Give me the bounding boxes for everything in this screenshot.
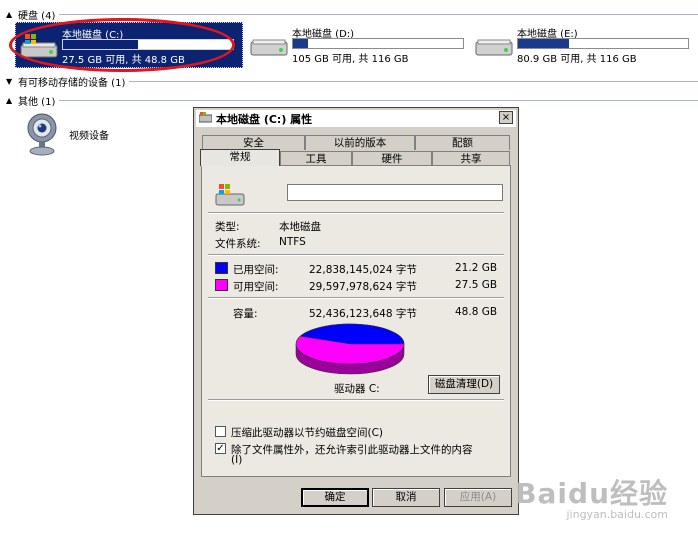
free-space-label: 可用空间:	[233, 281, 279, 293]
group-header-removable[interactable]: ▼ 有可移动存储的设备 (1)	[6, 75, 698, 89]
compress-label: 压缩此驱动器以节约磁盘空间(C)	[231, 427, 384, 439]
group-divider	[129, 80, 698, 82]
drive-letter-label: 驱动器 C:	[334, 383, 380, 395]
group-divider	[59, 99, 698, 101]
general-tab-panel: 类型: 本地磁盘 文件系统: NTFS 已用空间: 22,838,145,024…	[201, 165, 511, 477]
apply-button[interactable]: 应用(A)	[444, 488, 512, 507]
free-space-bytes: 29,597,978,624 字节	[309, 281, 417, 293]
free-space-swatch	[215, 279, 228, 291]
index-label-accelerator: (I)	[231, 454, 243, 466]
tab-quota[interactable]: 配额	[415, 135, 510, 150]
filesystem-label: 文件系统:	[215, 238, 261, 250]
group-divider	[59, 13, 698, 15]
drive-usage-fill	[293, 39, 309, 48]
cancel-button[interactable]: 取消	[372, 488, 440, 507]
disk-usage-pie-chart	[295, 323, 405, 375]
drive-usage-fill	[518, 39, 569, 48]
group-title: 有可移动存储的设备 (1)	[18, 77, 126, 89]
tab-general[interactable]: 常规	[200, 149, 280, 166]
drive-small-icon	[198, 111, 213, 126]
disk-cleanup-button[interactable]: 磁盘清理(D)	[428, 375, 500, 394]
item-label: 视频设备	[69, 131, 109, 142]
tab-previous-versions[interactable]: 以前的版本	[305, 135, 415, 150]
collapse-arrow-icon[interactable]: ▲	[6, 96, 18, 105]
properties-dialog: 本地磁盘 (C:) 属性 × 安全 以前的版本 配额 常规 工具 硬件 共享 类…	[193, 107, 519, 515]
separator	[208, 212, 504, 214]
separator	[208, 399, 504, 401]
index-checkbox[interactable]: ✓	[215, 443, 226, 454]
windows-drive-icon	[215, 183, 245, 210]
webcam-icon	[22, 110, 62, 159]
filesystem-value: NTFS	[279, 236, 306, 248]
dialog-titlebar[interactable]: 本地磁盘 (C:) 属性 ×	[196, 110, 516, 127]
drive-usage-bar	[292, 38, 464, 49]
ok-button[interactable]: 确定	[301, 488, 369, 507]
hard-drive-icon	[475, 32, 513, 61]
capacity-bytes: 52,436,123,648 字节	[309, 308, 417, 320]
tab-hardware[interactable]: 硬件	[352, 151, 432, 166]
hard-drive-icon	[250, 32, 288, 61]
highlight-circle	[9, 18, 235, 72]
drive-info: 80.9 GB 可用, 共 116 GB	[517, 54, 637, 65]
compress-checkbox[interactable]	[215, 426, 226, 437]
drive-usage-bar	[517, 38, 689, 49]
tab-security[interactable]: 安全	[202, 135, 305, 150]
type-label: 类型:	[215, 221, 240, 233]
collapse-arrow-icon[interactable]: ▲	[6, 10, 18, 19]
used-space-swatch	[215, 262, 228, 274]
separator	[208, 297, 504, 299]
volume-label-input[interactable]	[287, 184, 503, 201]
capacity-size: 48.8 GB	[455, 306, 498, 318]
drive-info: 105 GB 可用, 共 116 GB	[292, 54, 409, 65]
close-button[interactable]: ×	[499, 111, 513, 124]
capacity-label: 容量:	[233, 308, 258, 320]
index-label: 除了文件属性外，还允许索引此驱动器上文件的内容	[231, 444, 473, 456]
group-title: 硬盘 (4)	[18, 10, 56, 22]
used-space-bytes: 22,838,145,024 字节	[309, 264, 417, 276]
video-device-item[interactable]: 视频设备	[22, 110, 122, 158]
free-space-size: 27.5 GB	[455, 279, 498, 291]
drive-e[interactable]: 本地磁盘 (E:) 80.9 GB 可用, 共 116 GB	[471, 22, 693, 66]
dialog-title: 本地磁盘 (C:) 属性	[216, 112, 313, 126]
used-space-size: 21.2 GB	[455, 262, 498, 274]
tab-sharing[interactable]: 共享	[432, 151, 510, 166]
used-space-label: 已用空间:	[233, 264, 279, 276]
collapse-arrow-icon[interactable]: ▼	[6, 77, 18, 86]
group-header-other[interactable]: ▲ 其他 (1)	[6, 94, 698, 108]
baidu-watermark: Baidu经验 jingyan.baidu.com	[515, 472, 668, 521]
watermark-main: Baidu经验	[515, 477, 668, 510]
separator	[208, 254, 504, 256]
tab-tools[interactable]: 工具	[280, 151, 352, 166]
drive-d[interactable]: 本地磁盘 (D:) 105 GB 可用, 共 116 GB	[246, 22, 472, 66]
group-title: 其他 (1)	[18, 96, 56, 108]
type-value: 本地磁盘	[279, 221, 321, 233]
